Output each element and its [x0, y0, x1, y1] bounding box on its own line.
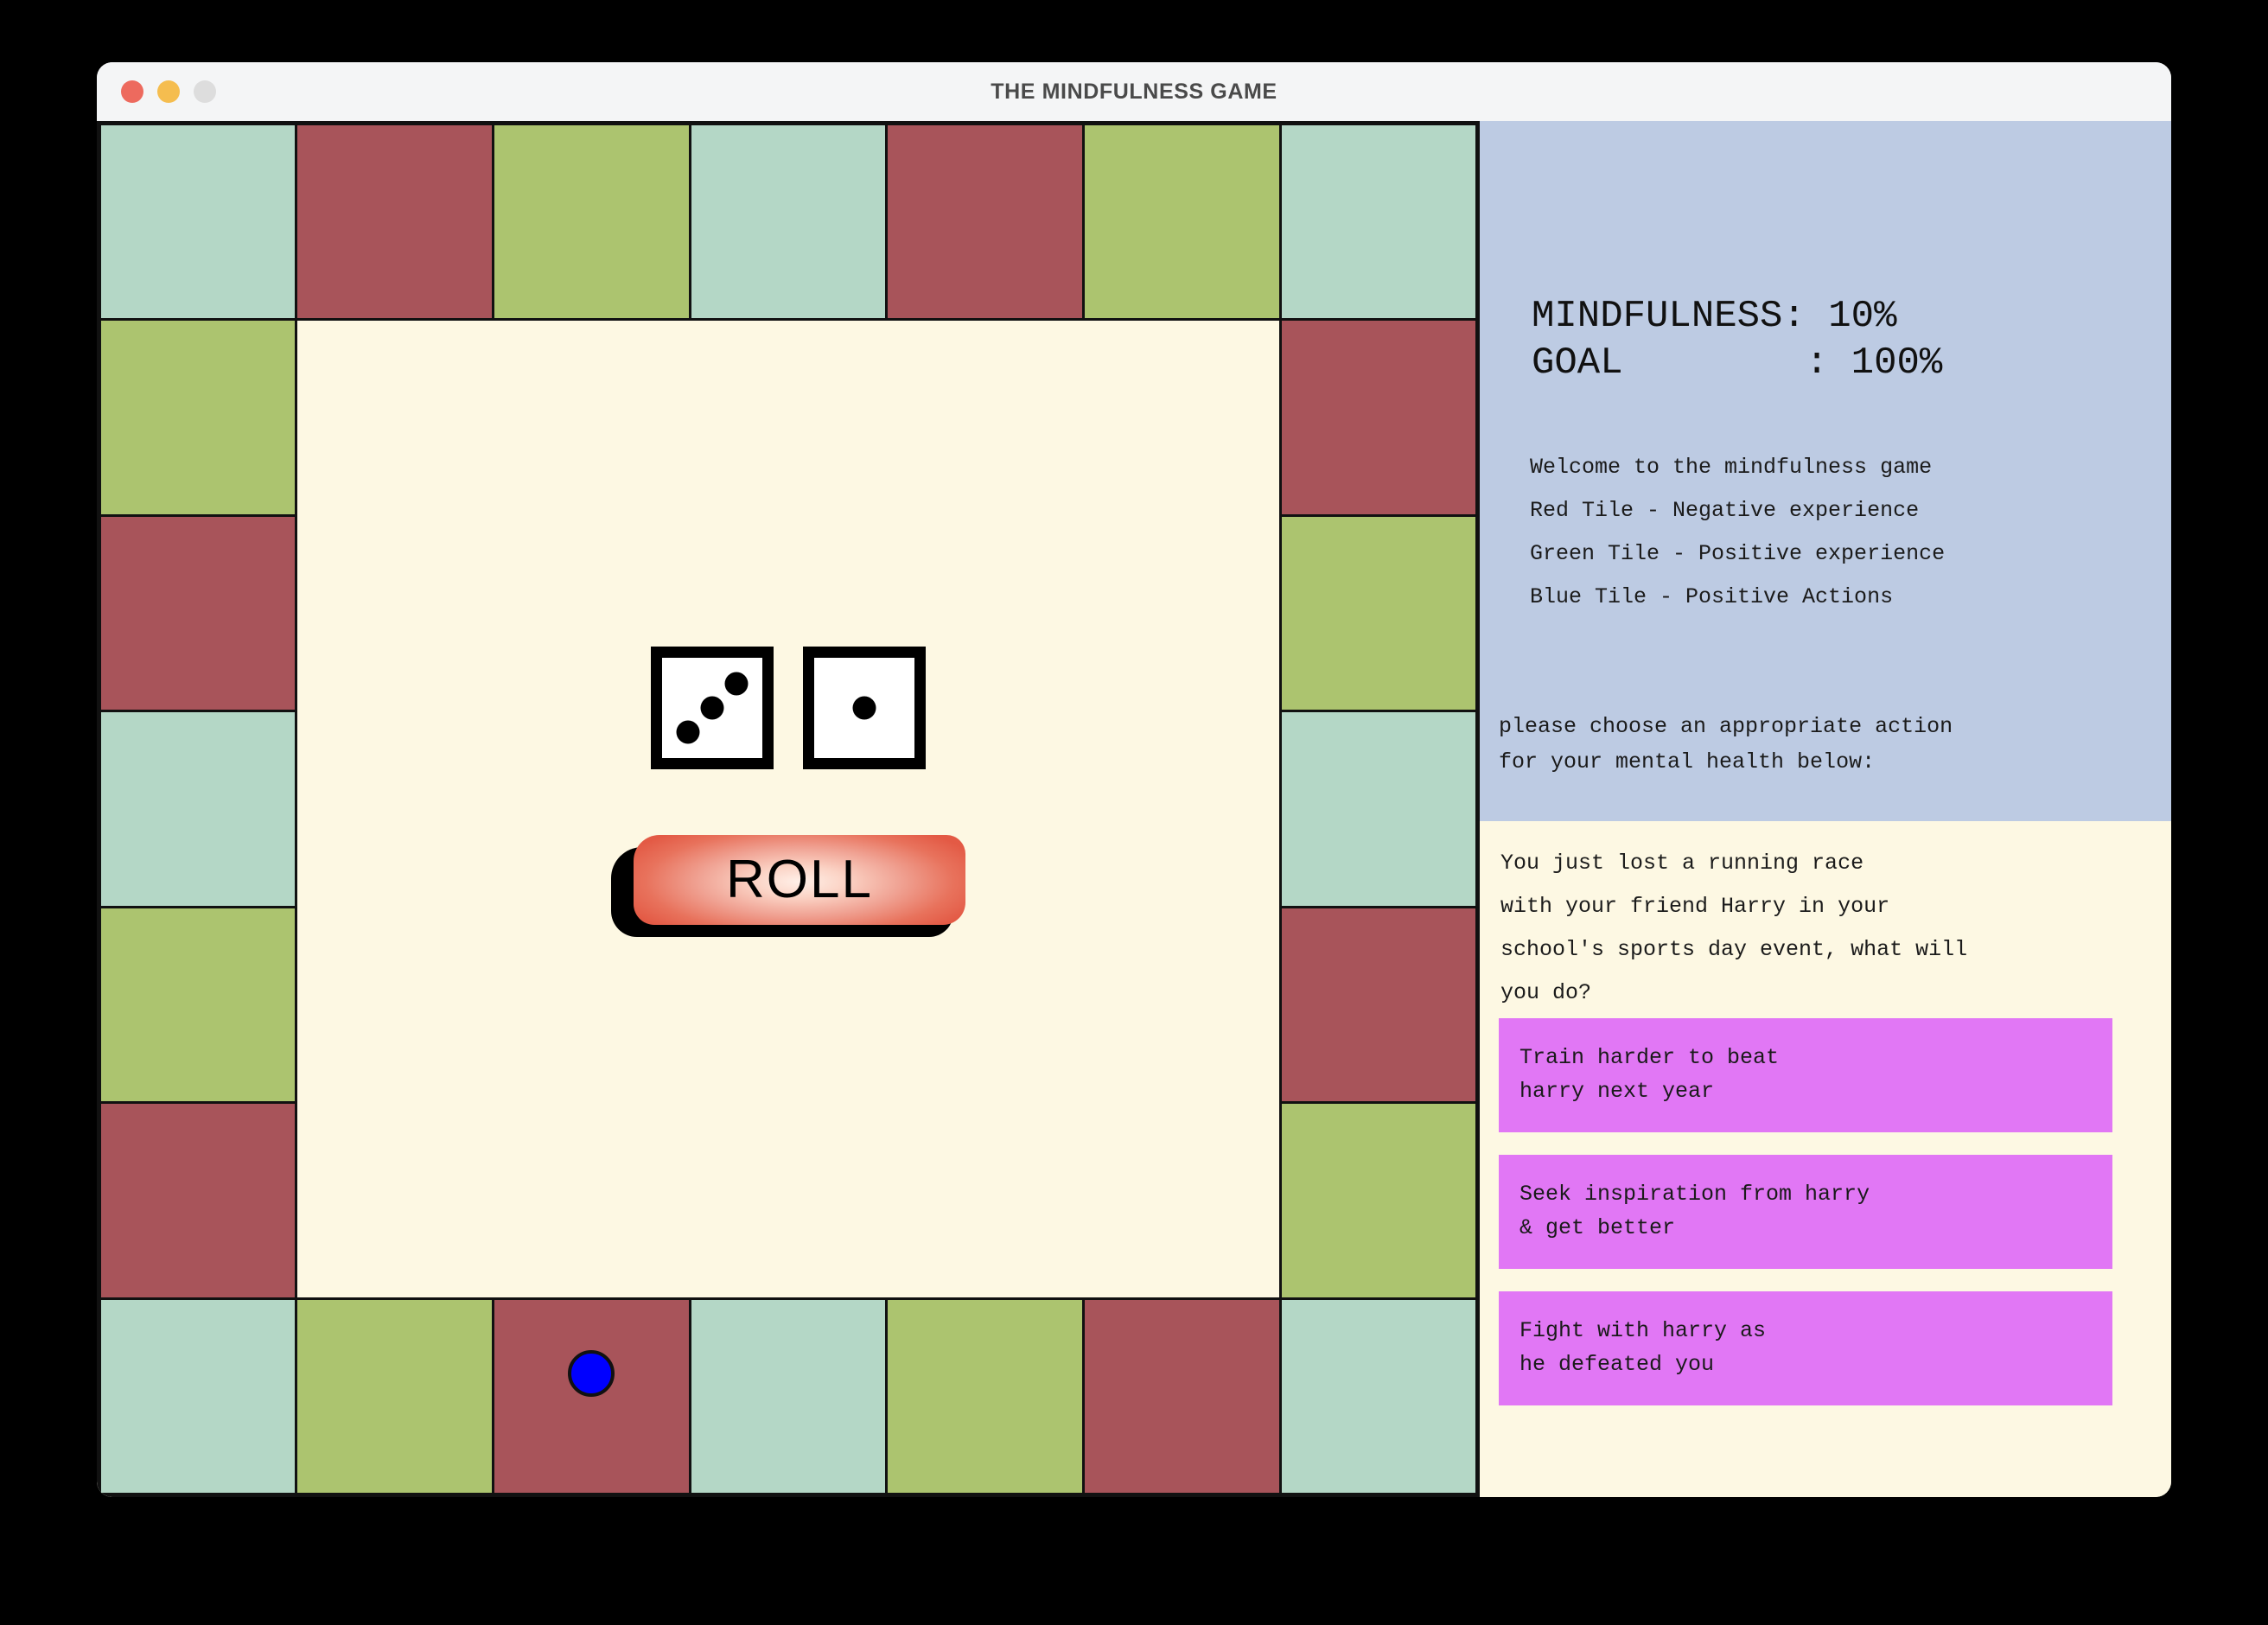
board-tile-top-6[interactable]	[1278, 122, 1479, 322]
option-button-2[interactable]: Seek inspiration from harry & get better	[1499, 1155, 2112, 1269]
action-prompt: please choose an appropriate action for …	[1499, 714, 1953, 775]
board-tile-top-3[interactable]	[688, 122, 889, 322]
board-tile-bottom-5[interactable]	[1082, 1297, 1282, 1496]
board-tile-bottom-1[interactable]	[295, 1297, 494, 1496]
roll-button-wrap: ROLL	[610, 834, 965, 937]
board-tile-top-4[interactable]	[885, 122, 1086, 322]
die-one-pip	[676, 720, 700, 744]
option-button-1[interactable]: Train harder to beat harry next year	[1499, 1018, 2112, 1132]
minimize-button[interactable]	[157, 80, 180, 103]
roll-button[interactable]: ROLL	[633, 834, 965, 925]
player-token[interactable]	[568, 1349, 615, 1397]
board-center: ROLL	[295, 318, 1282, 1300]
maximize-button[interactable]	[194, 80, 216, 103]
legend-item-red-tile: Red Tile - Negative experience	[1530, 498, 1920, 523]
board-tile-top-1[interactable]	[295, 122, 494, 322]
board-tile-bottom-6[interactable]	[1278, 1297, 1479, 1496]
board-tile-right-2[interactable]	[1278, 710, 1479, 908]
option-list: Train harder to beat harry next year See…	[1499, 1018, 2112, 1405]
board-tile-left-1[interactable]	[98, 513, 298, 713]
game-board: ROLL	[97, 121, 1480, 1497]
board-tile-right-4[interactable]	[1278, 1101, 1479, 1300]
board-tile-bottom-3[interactable]	[688, 1297, 889, 1496]
choice-panel: You just lost a running race with your f…	[1480, 821, 2171, 1497]
die-one-pip	[700, 696, 724, 720]
scenario-text: You just lost a running race with your f…	[1500, 851, 1968, 1005]
close-button[interactable]	[121, 80, 143, 103]
status-readout: MINDFULNESS: 10% GOAL : 100%	[1532, 295, 1943, 385]
board-tile-left-0[interactable]	[98, 318, 298, 517]
window-title: THE MINDFULNESS GAME	[991, 79, 1277, 104]
app-content: ROLL MINDFULNESS: 10% GOAL: 100% Welcom…	[97, 121, 2171, 1497]
board-tile-left-3[interactable]	[98, 905, 298, 1105]
legend-list: Welcome to the mindfulness game Red Tile…	[1530, 446, 1945, 619]
board-tile-right-1[interactable]	[1278, 513, 1479, 713]
board-tile-right-0[interactable]	[1278, 318, 1479, 517]
die-two-pip	[852, 696, 876, 720]
window-controls	[121, 62, 216, 121]
board-tile-bottom-0[interactable]	[98, 1297, 298, 1496]
board-tile-left-2[interactable]	[98, 710, 298, 908]
board-tile-left-4[interactable]	[98, 1101, 298, 1300]
board-tile-top-2[interactable]	[491, 122, 691, 322]
legend-item-blue-tile: Blue Tile - Positive Actions	[1530, 584, 1894, 609]
die-two[interactable]	[802, 646, 926, 769]
board-tile-bottom-2[interactable]	[491, 1297, 691, 1496]
dice-row	[650, 646, 926, 769]
die-one[interactable]	[650, 646, 774, 769]
app-window: THE MINDFULNESS GAME ROLL MINDFULNESS: 1…	[97, 62, 2171, 1497]
board-tile-right-3[interactable]	[1278, 905, 1479, 1105]
die-one-pip	[724, 672, 749, 696]
board-grid: ROLL	[98, 122, 1479, 1496]
title-bar: THE MINDFULNESS GAME	[97, 62, 2171, 122]
legend-item-welcome: Welcome to the mindfulness game	[1530, 455, 1933, 480]
board-tile-top-0[interactable]	[98, 122, 298, 322]
legend-item-green-tile: Green Tile - Positive experience	[1530, 541, 1946, 566]
sidebar: MINDFULNESS: 10% GOAL : 100% Welcome to …	[1480, 121, 2171, 1497]
status-panel: MINDFULNESS: 10% GOAL : 100% Welcome to …	[1480, 121, 2171, 821]
option-button-3[interactable]: Fight with harry as he defeated you	[1499, 1291, 2112, 1405]
board-tile-top-5[interactable]	[1082, 122, 1282, 322]
board-tile-bottom-4[interactable]	[885, 1297, 1086, 1496]
